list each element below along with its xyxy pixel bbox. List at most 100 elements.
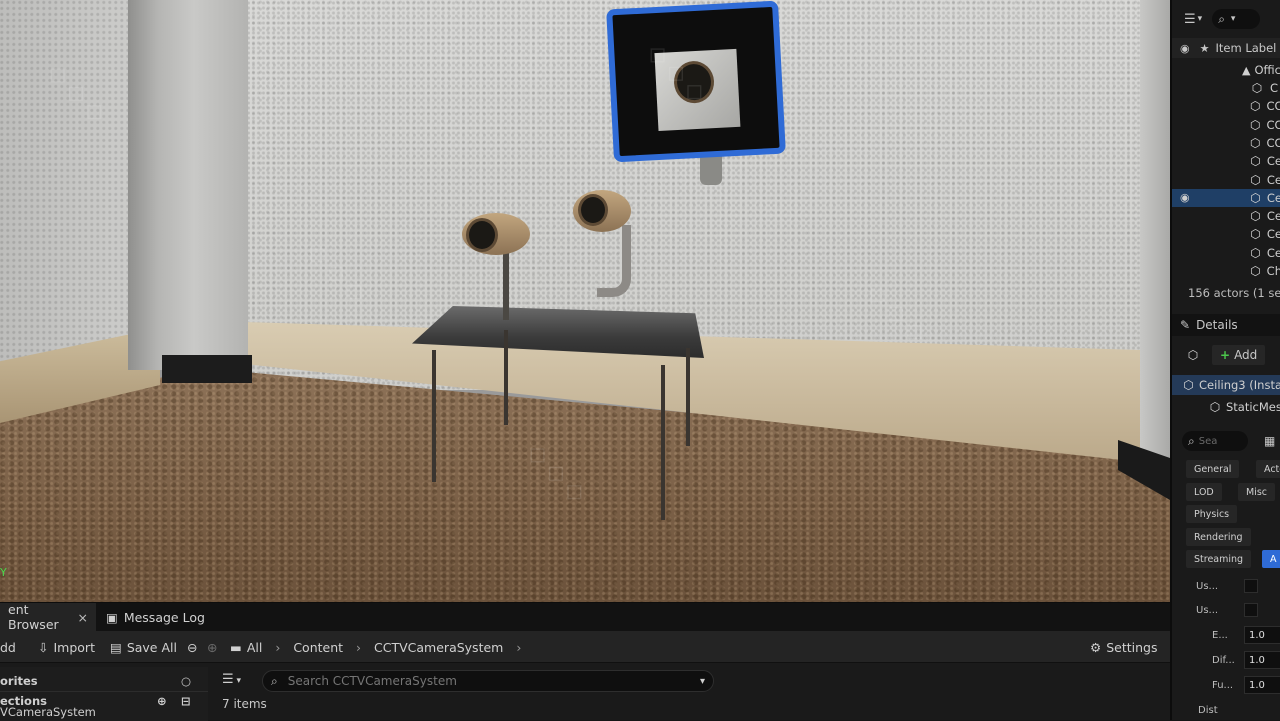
outliner-row-label: Ce	[1266, 245, 1280, 260]
category-lod[interactable]: LOD	[1186, 483, 1222, 501]
outliner-row[interactable]: ⬡ C	[1172, 79, 1280, 97]
add-button[interactable]: dd	[0, 631, 16, 663]
property-value-field[interactable]: 1.0	[1244, 651, 1280, 669]
component-child-label: StaticMes	[1226, 400, 1280, 414]
save-all-button[interactable]: ▤ Save All	[110, 631, 177, 663]
property-label: E...	[1212, 629, 1228, 641]
import-button[interactable]: ⇩ Import	[38, 631, 95, 663]
item-label-column[interactable]: Item Label	[1215, 41, 1276, 55]
search-icon[interactable]: ○	[181, 674, 191, 688]
category-all[interactable]: A	[1262, 550, 1280, 568]
details-title: Details	[1196, 318, 1238, 332]
outliner-search-box[interactable]: ⌕ ▾	[1212, 9, 1261, 29]
outliner-row-label: Ce	[1266, 227, 1280, 242]
component-child[interactable]: ⬡ StaticMes	[1172, 397, 1280, 417]
outliner-row-label: Ce	[1266, 209, 1280, 224]
outliner-row[interactable]: ⬡ Ce	[1172, 225, 1280, 243]
outliner-row[interactable]: ⬡ CC	[1172, 134, 1280, 152]
import-label: Import	[53, 639, 95, 655]
camera-post	[503, 250, 509, 320]
monitor-stand	[700, 155, 722, 185]
outliner-row[interactable]: ⬡ Ce	[1172, 207, 1280, 225]
folder-item[interactable]: VCameraSystem	[0, 703, 208, 721]
category-rendering[interactable]: Rendering	[1186, 528, 1251, 546]
category-streaming[interactable]: Streaming	[1186, 550, 1252, 568]
outliner-row[interactable]: ⬡ Ce	[1172, 244, 1280, 262]
level-viewport[interactable]: Y ◇◇◇ ◇◇◇ ◇◇◇ ◇◇◇ ◇◇◇	[0, 0, 1170, 602]
static-mesh-icon: ⬡	[1209, 400, 1221, 414]
gear-icon: ⚙	[1090, 639, 1102, 655]
outliner-row[interactable]: ⬡ CC	[1172, 116, 1280, 134]
import-icon: ⇩	[38, 639, 49, 655]
add-component-button[interactable]: + Add	[1212, 345, 1266, 365]
category-misc[interactable]: Misc	[1238, 483, 1276, 501]
visibility-eye-icon[interactable]: ◉	[1180, 42, 1190, 55]
save-all-label: Save All	[126, 639, 177, 655]
outliner-folder-row[interactable]: ▲ Offic	[1172, 61, 1280, 79]
folder-icon: ▬	[230, 639, 242, 655]
chevron-down-icon[interactable]: ▾	[1198, 14, 1203, 24]
static-mesh-icon: ⬡	[1250, 135, 1261, 150]
category-actor[interactable]: Acto	[1256, 460, 1280, 478]
chevron-down-icon[interactable]: ▾	[700, 676, 705, 687]
static-mesh-icon: ⬡	[1250, 154, 1261, 169]
history-back-button[interactable]: ⊖	[187, 631, 197, 663]
details-tab[interactable]: ✎ Details	[1172, 314, 1280, 336]
star-icon[interactable]: ★	[1200, 42, 1210, 55]
outliner-row[interactable]: ⬡ Ce	[1172, 152, 1280, 170]
outliner-toolbar: ☰ ▾ ⌕ ▾	[1172, 8, 1280, 30]
property-row: Fu... 1.0	[1172, 673, 1280, 697]
close-icon[interactable]: ×	[78, 610, 88, 625]
outliner-row-label: CC	[1266, 135, 1280, 150]
camera-mount-hook	[597, 225, 631, 297]
static-mesh-icon: ⬡	[1250, 227, 1261, 242]
outliner-row[interactable]: ⬡ Ce	[1172, 171, 1280, 189]
back-arrow-icon: ⊖	[187, 639, 198, 655]
level-icon: ▲	[1242, 63, 1251, 77]
details-toolbar: ⬡ + Add	[1172, 344, 1280, 366]
content-browser-body: orites ○ ections ⊕ ⊟ VCameraSystem ☰ ▾ ⌕…	[0, 667, 1170, 721]
folder-label: Offic	[1254, 63, 1280, 77]
filter-button[interactable]: ☰ ▾	[222, 672, 241, 687]
item-count: 7 items	[222, 697, 267, 711]
search-icon: ⌕	[1218, 11, 1225, 26]
filter-icon[interactable]: ☰	[1184, 12, 1196, 27]
outliner-row-label: C	[1270, 81, 1279, 95]
property-row: Dif... 1.0	[1172, 648, 1280, 672]
selected-monitor-actor[interactable]	[606, 0, 786, 163]
outliner-row[interactable]: ⬡ CC	[1172, 97, 1280, 115]
asset-search-box[interactable]: ⌕ ▾	[262, 670, 714, 692]
outliner-row[interactable]: ⬡ Ch	[1172, 262, 1280, 280]
favorites-section[interactable]: orites ○	[0, 672, 208, 690]
category-physics[interactable]: Physics	[1186, 505, 1238, 523]
breadcrumb-item[interactable]: All	[247, 640, 263, 655]
grid-view-icon[interactable]: ▦	[1264, 434, 1275, 448]
property-checkbox[interactable]	[1244, 579, 1258, 593]
details-search-box[interactable]: ⌕ Sea	[1182, 431, 1248, 451]
property-label: Us...	[1196, 580, 1219, 592]
axis-y-label: Y	[0, 566, 7, 579]
breadcrumb: ▬ All › Content › CCTVCameraSystem ›	[230, 631, 529, 663]
search-input[interactable]	[285, 673, 692, 689]
category-general[interactable]: General	[1186, 460, 1240, 478]
component-root[interactable]: ⬡ Ceiling3 (Insta	[1172, 375, 1280, 395]
outliner-row[interactable]: ◉ ⬡ Ce	[1172, 188, 1280, 207]
history-forward-button[interactable]: ⊕	[207, 631, 217, 663]
breadcrumb-item[interactable]: Content	[293, 640, 343, 655]
pillar	[128, 0, 248, 370]
breadcrumb-item[interactable]: CCTVCameraSystem	[374, 640, 503, 655]
chevron-down-icon: ▾	[233, 676, 242, 686]
camera-lens	[578, 194, 608, 226]
details-search-placeholder: Sea	[1198, 435, 1218, 447]
outliner-row-label: Ce	[1266, 190, 1280, 205]
property-value-field[interactable]: 1.0	[1244, 626, 1280, 644]
property-checkbox[interactable]	[1244, 603, 1258, 617]
settings-button[interactable]: ⚙ Settings	[1090, 631, 1158, 663]
tab-message-log[interactable]: ▣ Message Log	[98, 603, 213, 631]
camera-lens	[466, 218, 498, 252]
visibility-eye-icon[interactable]: ◉	[1180, 191, 1190, 204]
table-leg	[432, 350, 436, 482]
static-mesh-icon: ⬡	[1250, 190, 1261, 205]
tab-content-browser[interactable]: ent Browser ×	[0, 602, 96, 632]
property-value-field[interactable]: 1.0	[1244, 676, 1280, 694]
